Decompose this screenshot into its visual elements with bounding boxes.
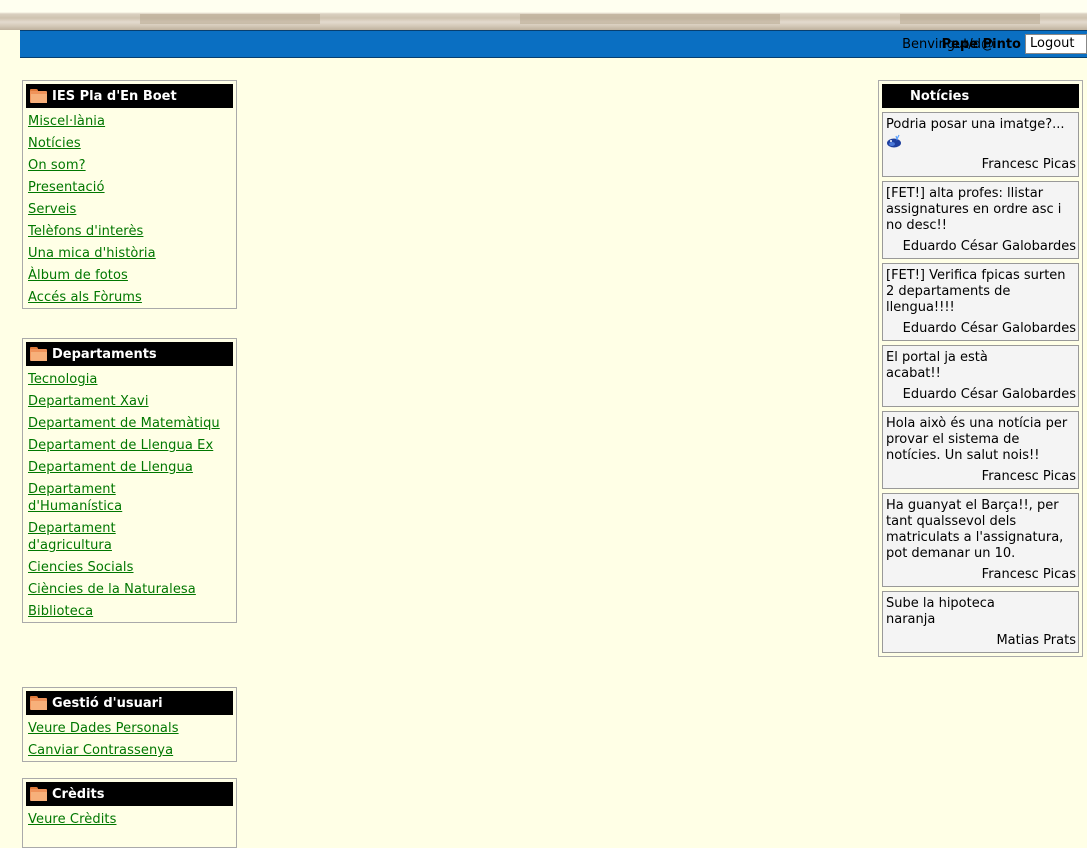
menu-title: Gestió d'usuari [26,691,233,715]
menu-title: IES Pla d'En Boet [26,84,233,108]
menu-link-presentacio[interactable]: Presentació [28,179,233,196]
banner-decoration [900,14,1040,24]
news-item[interactable]: El portal ja està acabat!! Eduardo César… [882,345,1079,407]
menu-link-miscellania[interactable]: Miscel·lània [28,113,233,130]
menu-link-dades-personals[interactable]: Veure Dades Personals [28,720,233,737]
menu-link-biblioteca[interactable]: Biblioteca [28,603,233,620]
menu-link-ciencies-socials[interactable]: Ciencies Socials [28,559,233,576]
folder-icon [30,787,47,801]
banner-decoration [140,14,320,24]
menu-link-forums[interactable]: Accés als Fòrums [28,289,233,306]
menu-title: Crèdits [26,782,233,806]
logout-button[interactable]: Logout [1025,34,1087,54]
menu-title-label: Gestió d'usuari [52,695,163,711]
menu-link-historia[interactable]: Una mica d'història [28,245,233,262]
menu-link-llengua[interactable]: Departament de Llengua [28,459,233,476]
header-banner [0,0,1087,30]
menu-title-label: Crèdits [52,786,105,802]
news-text: Sube la hipoteca naranja [886,596,995,627]
menu-link-agricultura[interactable]: Departament d'agricultura [28,520,158,554]
menu-link-noticies[interactable]: Notícies [28,135,233,152]
menu-link-humanistica[interactable]: Departament d'Humanística [28,481,158,515]
menu-link-on-som[interactable]: On som? [28,157,233,174]
news-text: El portal ja està acabat!! [886,350,988,381]
news-item[interactable]: Ha guanyat el Barça!!, per tant qualssev… [882,493,1079,587]
news-text: [FET!] Verifica fpicas surten 2 departam… [886,268,1066,315]
menu-departaments: Departaments Tecnologia Departament Xavi… [22,338,237,623]
news-author: Matias Prats [996,633,1076,648]
username: Pepe Pinto [941,37,1021,52]
news-item[interactable]: Sube la hipoteca naranja Matias Prats [882,591,1079,653]
menu-link-ciencies-naturalesa[interactable]: Ciències de la Naturalesa [28,581,233,598]
whale-icon [887,134,901,148]
menu-link-llengua-ex[interactable]: Departament de Llengua Ex [28,437,233,454]
news-item[interactable]: [FET!] Verifica fpicas surten 2 departam… [882,263,1079,341]
news-author: Francesc Picas [981,469,1076,484]
news-author: Eduardo César Galobardes [902,321,1076,336]
folder-icon [30,347,47,361]
news-author: Eduardo César Galobardes [902,387,1076,402]
news-text: Hola això és una notícia per provar el s… [886,416,1068,463]
menu-link-telefons[interactable]: Telèfons d'interès [28,223,233,240]
menu-link-album-fotos[interactable]: Àlbum de fotos [28,267,233,284]
news-panel: Notícies Podria posar una imatge?... Fra… [878,80,1083,657]
user-bar: Benvingut/d@ Pepe Pinto Logout [20,30,1087,58]
folder-icon [30,89,47,103]
news-text: [FET!] alta profes: llistar assignatures… [886,186,1062,233]
news-author: Francesc Picas [981,157,1076,172]
news-title: Notícies [882,84,1079,108]
menu-link-serveis[interactable]: Serveis [28,201,233,218]
menu-gestio-usuari: Gestió d'usuari Veure Dades Personals Ca… [22,687,237,762]
menu-title-label: IES Pla d'En Boet [52,88,177,104]
banner-decoration [520,14,780,24]
news-item[interactable]: Hola això és una notícia per provar el s… [882,411,1079,489]
menu-link-canviar-contrassenya[interactable]: Canviar Contrassenya [28,742,233,759]
menu-ies: IES Pla d'En Boet Miscel·lània Notícies … [22,80,237,309]
menu-link-matematiques[interactable]: Departament de Matemàtiqu [28,415,233,432]
news-item[interactable]: Podria posar una imatge?... Francesc Pic… [882,112,1079,177]
news-text: Ha guanyat el Barça!!, per tant qualssev… [886,498,1064,561]
menu-link-veure-credits[interactable]: Veure Crèdits [28,811,233,828]
menu-title: Departaments [26,342,233,366]
news-text: Podria posar una imatge?... [886,117,1065,132]
menu-link-tecnologia[interactable]: Tecnologia [28,371,233,388]
news-item[interactable]: [FET!] alta profes: llistar assignatures… [882,181,1079,259]
menu-link-departament-xavi[interactable]: Departament Xavi [28,393,233,410]
folder-icon [30,696,47,710]
news-author: Eduardo César Galobardes [902,239,1076,254]
menu-credits: Crèdits Veure Crèdits [22,778,237,848]
news-author: Francesc Picas [981,567,1076,582]
menu-title-label: Departaments [52,346,157,362]
